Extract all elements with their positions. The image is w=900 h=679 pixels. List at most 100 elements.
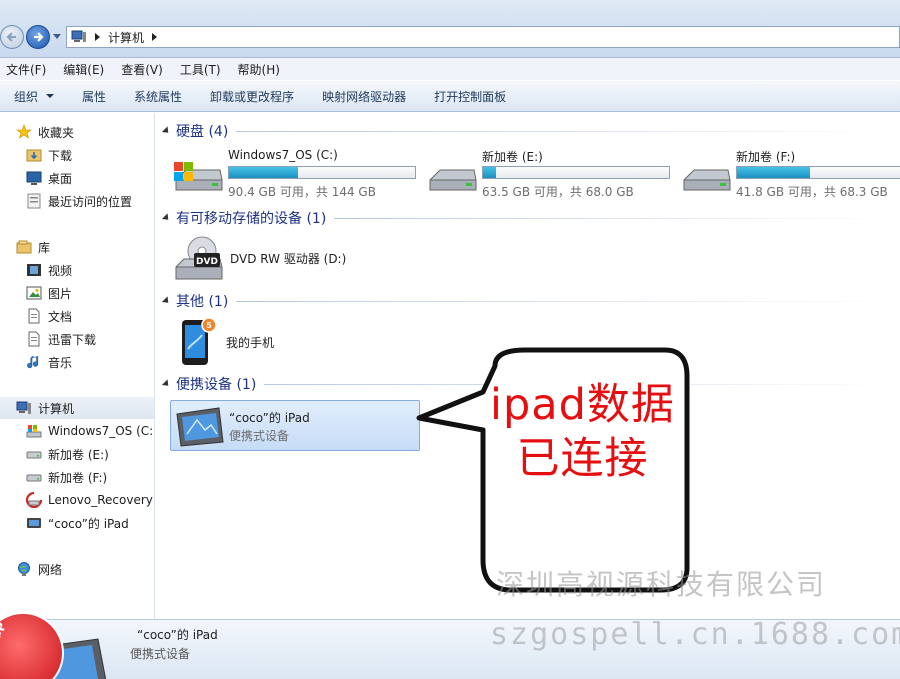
tablet-icon bbox=[176, 407, 224, 447]
drive-usage-bar-f bbox=[736, 166, 900, 179]
menu-bar: 文件(F) 编辑(E) 查看(V) 工具(T) 帮助(H) bbox=[0, 58, 900, 80]
group-header-other[interactable]: 其他 (1) bbox=[161, 291, 892, 311]
sidebar-label-drive-e: 新加卷 (E:) bbox=[48, 447, 109, 462]
badge-text: eTap bbox=[0, 620, 7, 657]
sidebar-item-libraries[interactable]: 库 bbox=[0, 236, 154, 258]
command-bar: 组织 属性 系统属性 卸载或更改程序 映射网络驱动器 打开控制面板 bbox=[0, 80, 900, 112]
map-network-drive-button[interactable]: 映射网络驱动器 bbox=[322, 88, 406, 105]
hard-drive-icon bbox=[26, 469, 42, 485]
sidebar-label-desktop: 桌面 bbox=[48, 171, 73, 186]
details-device-type: 便携式设备 bbox=[130, 647, 191, 661]
drive-item-c[interactable]: Windows7_OS (C:) 90.4 GB 可用，共 144 GB bbox=[172, 148, 422, 200]
address-bar: 计算机 bbox=[0, 0, 900, 58]
ipad-device-item[interactable]: “coco”的 iPad 便携式设备 bbox=[170, 400, 420, 451]
sidebar-item-lenovo-recovery[interactable]: Lenovo_Recovery ( bbox=[0, 489, 155, 511]
group-header-removable-storage[interactable]: 有可移动存储的设备 (1) bbox=[161, 208, 892, 228]
group-divider bbox=[334, 217, 892, 219]
collapse-triangle-icon[interactable] bbox=[161, 296, 172, 306]
music-note-icon bbox=[26, 354, 42, 370]
organize-button[interactable]: 组织 bbox=[14, 88, 55, 105]
open-control-panel-button[interactable]: 打开控制面板 bbox=[434, 88, 506, 105]
sidebar-label-libraries: 库 bbox=[38, 240, 51, 255]
sidebar-item-music[interactable]: 音乐 bbox=[0, 351, 154, 373]
my-phone-item[interactable]: 5 我的手机 bbox=[176, 317, 274, 367]
computer-icon bbox=[71, 30, 86, 42]
properties-button[interactable]: 属性 bbox=[82, 88, 106, 105]
sidebar-label-network: 网络 bbox=[38, 562, 63, 577]
dvd-drive-icon: DVD bbox=[175, 236, 223, 280]
drive-item-e[interactable]: 新加卷 (E:) 63.5 GB 可用，共 68.0 GB bbox=[426, 148, 676, 200]
drive-name-f: 新加卷 (F:) bbox=[736, 150, 796, 164]
group-divider bbox=[236, 300, 892, 302]
sidebar-item-downloads[interactable]: 下载 bbox=[0, 144, 154, 166]
sidebar-item-thunder-downloads[interactable]: 迅雷下载 bbox=[0, 328, 154, 350]
system-properties-button[interactable]: 系统属性 bbox=[134, 88, 182, 105]
sidebar-item-drive-f[interactable]: 新加卷 (F:) bbox=[0, 466, 154, 488]
sidebar-label-videos: 视频 bbox=[48, 263, 73, 278]
drive-item-f[interactable]: 新加卷 (F:) 41.8 GB 可用，共 68.3 GB bbox=[680, 148, 900, 200]
sidebar-label-recent-places: 最近访问的位置 bbox=[48, 194, 133, 209]
dvd-drive-item[interactable]: DVD DVD RW 驱动器 (D:) bbox=[172, 235, 346, 283]
hard-drive-icon bbox=[26, 446, 42, 462]
tablet-icon bbox=[26, 515, 42, 531]
address-box[interactable]: 计算机 bbox=[66, 26, 900, 48]
sidebar-item-videos[interactable]: 视频 bbox=[0, 259, 154, 281]
sidebar-label-thunder-downloads: 迅雷下载 bbox=[48, 332, 97, 347]
content-pane: 硬盘 (4) Windows7_OS (C:) 90.4 GB 可用，共 144… bbox=[156, 113, 900, 619]
history-dropdown-icon[interactable] bbox=[53, 34, 61, 39]
recovery-drive-icon bbox=[26, 492, 42, 508]
sidebar-item-network[interactable]: 网络 bbox=[0, 558, 154, 580]
library-icon bbox=[16, 239, 32, 255]
sidebar-item-computer[interactable]: 计算机 bbox=[0, 397, 154, 419]
sidebar-label-drive-f: 新加卷 (F:) bbox=[48, 470, 108, 485]
computer-icon bbox=[16, 400, 32, 416]
dvd-drive-name: DVD RW 驱动器 (D:) bbox=[230, 251, 347, 266]
svg-text:5: 5 bbox=[206, 321, 212, 330]
group-header-hard-disks[interactable]: 硬盘 (4) bbox=[161, 121, 892, 141]
my-phone-name: 我的手机 bbox=[226, 335, 275, 350]
smartphone-icon: 5 bbox=[182, 317, 217, 365]
picture-icon bbox=[26, 285, 42, 301]
desktop-icon bbox=[26, 170, 42, 186]
windows-drive-icon bbox=[174, 162, 223, 191]
breadcrumb-separator-icon[interactable] bbox=[95, 33, 100, 41]
document-icon bbox=[26, 331, 42, 347]
sidebar-item-ipad[interactable]: “coco”的 iPad bbox=[0, 512, 154, 534]
menu-help[interactable]: 帮助(H) bbox=[238, 61, 280, 78]
sidebar-item-pictures[interactable]: 图片 bbox=[0, 282, 154, 304]
menu-tools[interactable]: 工具(T) bbox=[180, 61, 221, 78]
sidebar-item-drive-c[interactable]: Windows7_OS (C:) bbox=[0, 420, 155, 442]
collapse-triangle-icon[interactable] bbox=[161, 126, 172, 136]
menu-edit[interactable]: 编辑(E) bbox=[63, 61, 104, 78]
sidebar-label-documents: 文档 bbox=[48, 309, 73, 324]
star-icon bbox=[16, 124, 32, 140]
downloads-folder-icon bbox=[26, 147, 42, 163]
breadcrumb-computer[interactable]: 计算机 bbox=[108, 29, 144, 46]
sidebar-item-documents[interactable]: 文档 bbox=[0, 305, 154, 327]
group-title-hard-disks: 硬盘 (4) bbox=[176, 124, 229, 140]
callout-text: ipad数据已连接 bbox=[490, 380, 675, 484]
uninstall-program-button[interactable]: 卸载或更改程序 bbox=[210, 88, 294, 105]
group-title-portable-devices: 便携设备 (1) bbox=[176, 377, 257, 393]
film-icon bbox=[26, 262, 42, 278]
document-icon bbox=[26, 308, 42, 324]
collapse-triangle-icon[interactable] bbox=[161, 213, 172, 223]
windows-drive-icon bbox=[26, 423, 42, 439]
menu-file[interactable]: 文件(F) bbox=[6, 61, 46, 78]
menu-view[interactable]: 查看(V) bbox=[121, 61, 163, 78]
network-globe-icon bbox=[16, 561, 32, 577]
sidebar-label-ipad: “coco”的 iPad bbox=[48, 516, 129, 531]
sidebar-label-pictures: 图片 bbox=[48, 286, 73, 301]
sidebar-item-desktop[interactable]: 桌面 bbox=[0, 167, 154, 189]
forward-button[interactable] bbox=[26, 25, 50, 49]
group-title-other: 其他 (1) bbox=[176, 294, 229, 310]
back-button[interactable] bbox=[0, 25, 24, 49]
recent-places-icon bbox=[26, 193, 42, 209]
sidebar-label-drive-c: Windows7_OS (C:) bbox=[48, 424, 155, 438]
sidebar-item-favorites[interactable]: 收藏夹 bbox=[0, 121, 154, 143]
sidebar-label-lenovo-recovery: Lenovo_Recovery ( bbox=[48, 493, 155, 507]
breadcrumb-separator-icon[interactable] bbox=[152, 33, 158, 41]
sidebar-item-recent-places[interactable]: 最近访问的位置 bbox=[0, 190, 154, 212]
sidebar-item-drive-e[interactable]: 新加卷 (E:) bbox=[0, 443, 154, 465]
collapse-triangle-icon[interactable] bbox=[161, 379, 172, 389]
